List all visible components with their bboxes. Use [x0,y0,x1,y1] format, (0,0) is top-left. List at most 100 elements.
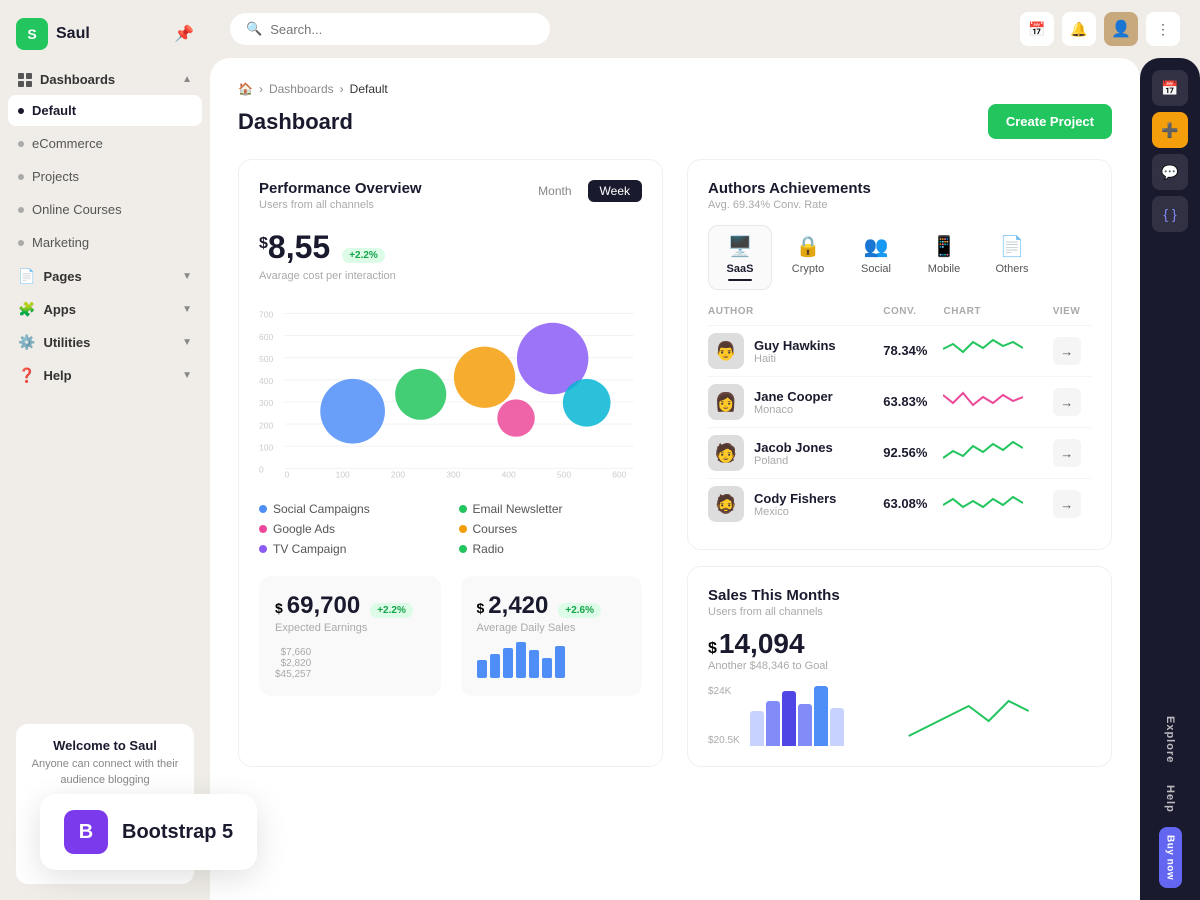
app-name: Saul [56,25,90,43]
explore-label[interactable]: Explore [1164,708,1176,771]
topbar-right: 📅 🔔 👤 ⋮ [1020,12,1180,46]
author-details-1: Guy Hawkins Haiti [754,338,836,365]
breadcrumb-home[interactable]: 🏠 [238,82,253,96]
svg-text:100: 100 [336,470,350,480]
nav-group-utilities[interactable]: ⚙️ Utilities ▼ [8,326,202,359]
nav-dot-default [18,108,24,114]
stat-earnings-prefix: $ [275,600,283,616]
tab-saas[interactable]: 🖥️ SaaS [708,225,772,290]
user-avatar[interactable]: 👤 [1104,12,1138,46]
authors-subtitle: Avg. 69.34% Conv. Rate [708,199,1091,211]
period-week-btn[interactable]: Week [588,180,642,202]
view-btn-1[interactable]: → [1053,337,1081,365]
app-logo: S [16,18,48,50]
stat-earnings-label: Expected Earnings [275,622,425,634]
nav-item-online-courses[interactable]: Online Courses [8,194,202,225]
period-toggle: Month Week [526,180,642,202]
author-name-3: Jacob Jones [754,440,833,455]
author-cell-1: 👨 Guy Hawkins Haiti [708,326,883,377]
view-btn-4[interactable]: → [1053,490,1081,518]
search-box[interactable]: 🔍 [230,13,550,45]
pages-chevron-icon: ▼ [182,271,192,282]
breadcrumb-parent[interactable]: Dashboards [269,82,334,96]
help-label[interactable]: Help [1164,777,1176,821]
sales-prefix: $ [708,640,717,658]
crypto-label: Crypto [792,263,824,275]
apps-icon: 🧩 [18,301,35,318]
view-cell-3[interactable]: → [1053,428,1091,479]
earnings-mini-bars: $7,660 $2,820 $45,257 [275,644,425,680]
nav-group-dashboards[interactable]: Dashboards ▲ [8,64,202,95]
sales-value-row: $ 14,094 [708,628,1091,660]
right-panel-chat-btn[interactable]: 💬 [1152,154,1188,190]
legend-dot-email [459,505,467,513]
view-cell-1[interactable]: → [1053,326,1091,377]
avatar-2: 👩 [708,384,744,420]
chart-cell-2 [943,377,1052,428]
author-details-3: Jacob Jones Poland [754,440,833,467]
sales-goal: Another $48,346 to Goal [708,660,1091,672]
performance-title: Performance Overview [259,180,422,197]
view-cell-2[interactable]: → [1053,377,1091,428]
earnings-bar-labels: $7,660 $2,820 $45,257 [275,647,311,680]
view-btn-3[interactable]: → [1053,439,1081,467]
nav-label-marketing: Marketing [32,235,89,250]
tab-social[interactable]: 👥 Social [844,225,908,290]
y-label-24k: $24K [708,686,740,697]
help-chevron-icon: ▼ [182,370,192,381]
content-area: 🏠 › Dashboards › Default Dashboard Creat… [210,58,1200,900]
tab-crypto[interactable]: 🔒 Crypto [776,225,840,290]
tab-mobile[interactable]: 📱 Mobile [912,225,976,290]
svg-text:500: 500 [557,470,571,480]
menu-icon-btn[interactable]: ⋮ [1146,12,1180,46]
help-icon: ❓ [18,367,35,384]
bell-icon-btn[interactable]: 🔔 [1062,12,1096,46]
right-panel-code-btn[interactable]: { } [1152,196,1188,232]
svg-text:0: 0 [259,465,264,475]
table-row: 👩 Jane Cooper Monaco 63.83% [708,377,1091,428]
right-panel-plus-btn[interactable]: ➕ [1152,112,1188,148]
nav-item-projects[interactable]: Projects [8,161,202,192]
page-title-text: Dashboard [238,109,353,135]
y-label-20k: $20.5K [708,735,740,746]
y-labels: $24K $20.5K [708,686,740,746]
period-month-btn[interactable]: Month [526,180,583,202]
chart-legend: Social Campaigns Email Newsletter Google… [259,502,642,556]
conv-cell-4: 63.08% [883,479,943,530]
bootstrap-overlay: B Bootstrap 5 [40,794,257,870]
social-label: Social [861,263,891,275]
author-name-4: Cody Fishers [754,491,836,506]
legend-courses: Courses [459,522,643,536]
author-info-4: 🧔 Cody Fishers Mexico [708,486,883,522]
create-project-button[interactable]: Create Project [988,104,1112,139]
buy-now-btn[interactable]: Buy now [1159,827,1182,888]
calendar-icon-btn[interactable]: 📅 [1020,12,1054,46]
pin-icon[interactable]: 📌 [174,24,194,44]
author-details-2: Jane Cooper Monaco [754,389,833,416]
search-input[interactable] [270,22,534,37]
nav-group-help[interactable]: ❓ Help ▼ [8,359,202,392]
saas-icon: 🖥️ [728,234,753,259]
svg-text:0: 0 [285,470,290,480]
legend-dot-google [259,525,267,533]
legend-label-radio: Radio [473,542,504,556]
nav-item-default[interactable]: Default [8,95,202,126]
nav-item-marketing[interactable]: Marketing [8,227,202,258]
others-icon: 📄 [1000,234,1025,259]
bootstrap-logo-letter: B [79,821,93,844]
performance-value-main: 8,55 [268,229,330,265]
tab-others[interactable]: 📄 Others [980,225,1044,290]
nav-group-apps[interactable]: 🧩 Apps ▼ [8,293,202,326]
legend-label-email: Email Newsletter [473,502,563,516]
sidebar: S Saul 📌 Dashboards ▲ Default eCommerce … [0,0,210,900]
topbar: 🔍 📅 🔔 👤 ⋮ [210,0,1200,58]
right-panel-calendar-btn[interactable]: 📅 [1152,70,1188,106]
nav-label-online-courses: Online Courses [32,202,122,217]
nav-group-apps-label: Apps [43,302,76,317]
nav-item-ecommerce[interactable]: eCommerce [8,128,202,159]
sales-card-subtitle: Users from all channels [708,606,1091,618]
nav-group-pages[interactable]: 📄 Pages ▼ [8,260,202,293]
author-location-1: Haiti [754,353,836,365]
view-cell-4[interactable]: → [1053,479,1091,530]
view-btn-2[interactable]: → [1053,388,1081,416]
